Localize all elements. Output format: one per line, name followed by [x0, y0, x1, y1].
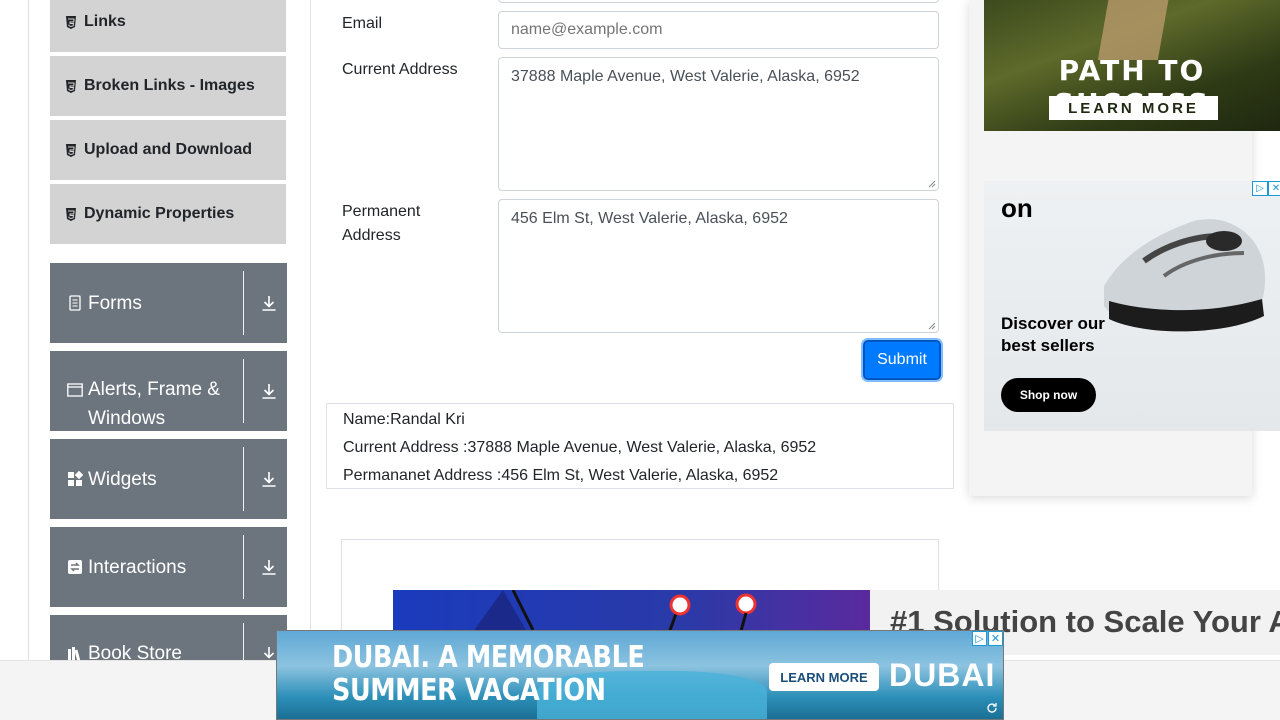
sidebar-group-forms[interactable]: Forms: [50, 263, 287, 343]
sidebar-item-label: Links: [84, 13, 126, 30]
html5-icon: [66, 15, 76, 29]
group-label: Widgets: [88, 468, 157, 490]
bottom-ad-headline-line-2: SUMMER VACATION: [332, 673, 606, 708]
submit-button[interactable]: Submit: [863, 340, 941, 380]
group-label: Alerts, Frame & Windows: [88, 379, 220, 429]
html5-icon: [66, 207, 76, 221]
ad2-headline: Discover our best sellers: [1001, 313, 1105, 357]
shoe-image-icon: [1104, 219, 1266, 332]
previous-field-edge: [498, 0, 939, 3]
sidebar-item-links[interactable]: Links: [50, 0, 286, 54]
page: Links Broken Links - Images Upload and D…: [0, 0, 1280, 720]
resize-handle-icon[interactable]: [928, 180, 936, 188]
download-arrow-icon[interactable]: [260, 558, 278, 576]
email-field[interactable]: [498, 11, 939, 49]
current-address-value: 37888 Maple Avenue, West Valerie, Alaska…: [511, 68, 860, 85]
permanent-label-line-1: Permanent: [342, 203, 421, 220]
widgets-icon: [68, 471, 83, 486]
ad-banner-dubai[interactable]: DUBAI. A MEMORABLE SUMMER VACATION LEARN…: [276, 630, 1004, 720]
form-icon: [69, 295, 81, 311]
output-permanent-address: Permananet Address :456 Elm St, West Val…: [343, 467, 779, 484]
adchoices-icon[interactable]: ▷: [1252, 181, 1268, 196]
sidebar-group-alerts[interactable]: Alerts, Frame & Windows: [50, 351, 287, 431]
group-label: Interactions: [88, 556, 187, 578]
bottom-ad-learn-more-button[interactable]: LEARN MORE: [769, 663, 879, 691]
output-panel: Name:Randal Kri Current Address :37888 M…: [326, 403, 954, 489]
sidebar-item-dynamic-properties[interactable]: Dynamic Properties: [50, 184, 286, 246]
sidebar-item-broken-links[interactable]: Broken Links - Images: [50, 56, 286, 118]
html5-icon: [66, 143, 76, 157]
group-label: Forms: [88, 292, 142, 314]
sidebar-group-interactions[interactable]: Interactions: [50, 527, 287, 607]
permanent-label-line-2: Address: [342, 227, 401, 244]
bottom-ad-headline: DUBAI. A MEMORABLE SUMMER VACATION: [332, 640, 645, 708]
current-address-label: Current Address: [342, 61, 458, 78]
dubai-logo: DUBAI: [889, 657, 996, 693]
ad2-headline-line-2: best sellers: [1001, 336, 1095, 355]
window-icon: [67, 383, 83, 397]
ad-banner-path-to-success[interactable]: PATH TO SUCCESS LEARN MORE: [984, 0, 1280, 131]
permanent-address-label: Permanent Address: [342, 200, 420, 248]
ad1-learn-more-button[interactable]: LEARN MORE: [1049, 96, 1218, 120]
sidebar-item-label: Broken Links - Images: [84, 77, 255, 94]
download-arrow-icon[interactable]: [260, 294, 278, 312]
sidebar-group-widgets[interactable]: Widgets: [50, 439, 287, 519]
current-address-field[interactable]: 37888 Maple Avenue, West Valerie, Alaska…: [498, 57, 939, 191]
permanent-address-field[interactable]: 456 Elm St, West Valerie, Alaska, 6952: [498, 199, 939, 333]
close-icon[interactable]: ✕: [1268, 181, 1280, 196]
sidebar-item-label: Dynamic Properties: [84, 205, 235, 222]
ad2-logo: on: [1001, 193, 1033, 223]
download-arrow-icon[interactable]: [260, 382, 278, 400]
adchoices-icon[interactable]: ▷: [972, 631, 987, 646]
resize-handle-icon[interactable]: [928, 322, 936, 330]
output-current-address: Current Address :37888 Maple Avenue, Wes…: [343, 439, 817, 456]
group-divider: [243, 535, 244, 599]
left-rule: [28, 0, 29, 660]
bottom-ad-headline-line-1: DUBAI. A MEMORABLE: [332, 640, 645, 675]
interactions-icon: [68, 560, 82, 574]
ad2-headline-line-1: Discover our: [1001, 314, 1105, 333]
group-divider: [243, 359, 244, 423]
sidebar-item-label: Upload and Download: [84, 141, 252, 158]
download-arrow-icon[interactable]: [260, 470, 278, 488]
output-name: Name:Randal Kri: [343, 411, 465, 428]
refresh-icon[interactable]: [986, 702, 998, 714]
sidebar-border: [310, 0, 311, 660]
sidebar-item-upload-download[interactable]: Upload and Download: [50, 120, 286, 182]
email-label: Email: [342, 15, 383, 32]
ad2-shop-now-button[interactable]: Shop now: [1001, 378, 1096, 412]
ad-image-path: [1097, 0, 1171, 60]
html5-icon: [66, 79, 76, 93]
group-divider: [243, 271, 244, 335]
close-icon[interactable]: ✕: [988, 631, 1003, 646]
permanent-address-value: 456 Elm St, West Valerie, Alaska, 6952: [511, 210, 788, 227]
group-divider: [243, 447, 244, 511]
ad-banner-on-shoes[interactable]: on Discover our best sellers Shop now ▷ …: [984, 181, 1280, 431]
